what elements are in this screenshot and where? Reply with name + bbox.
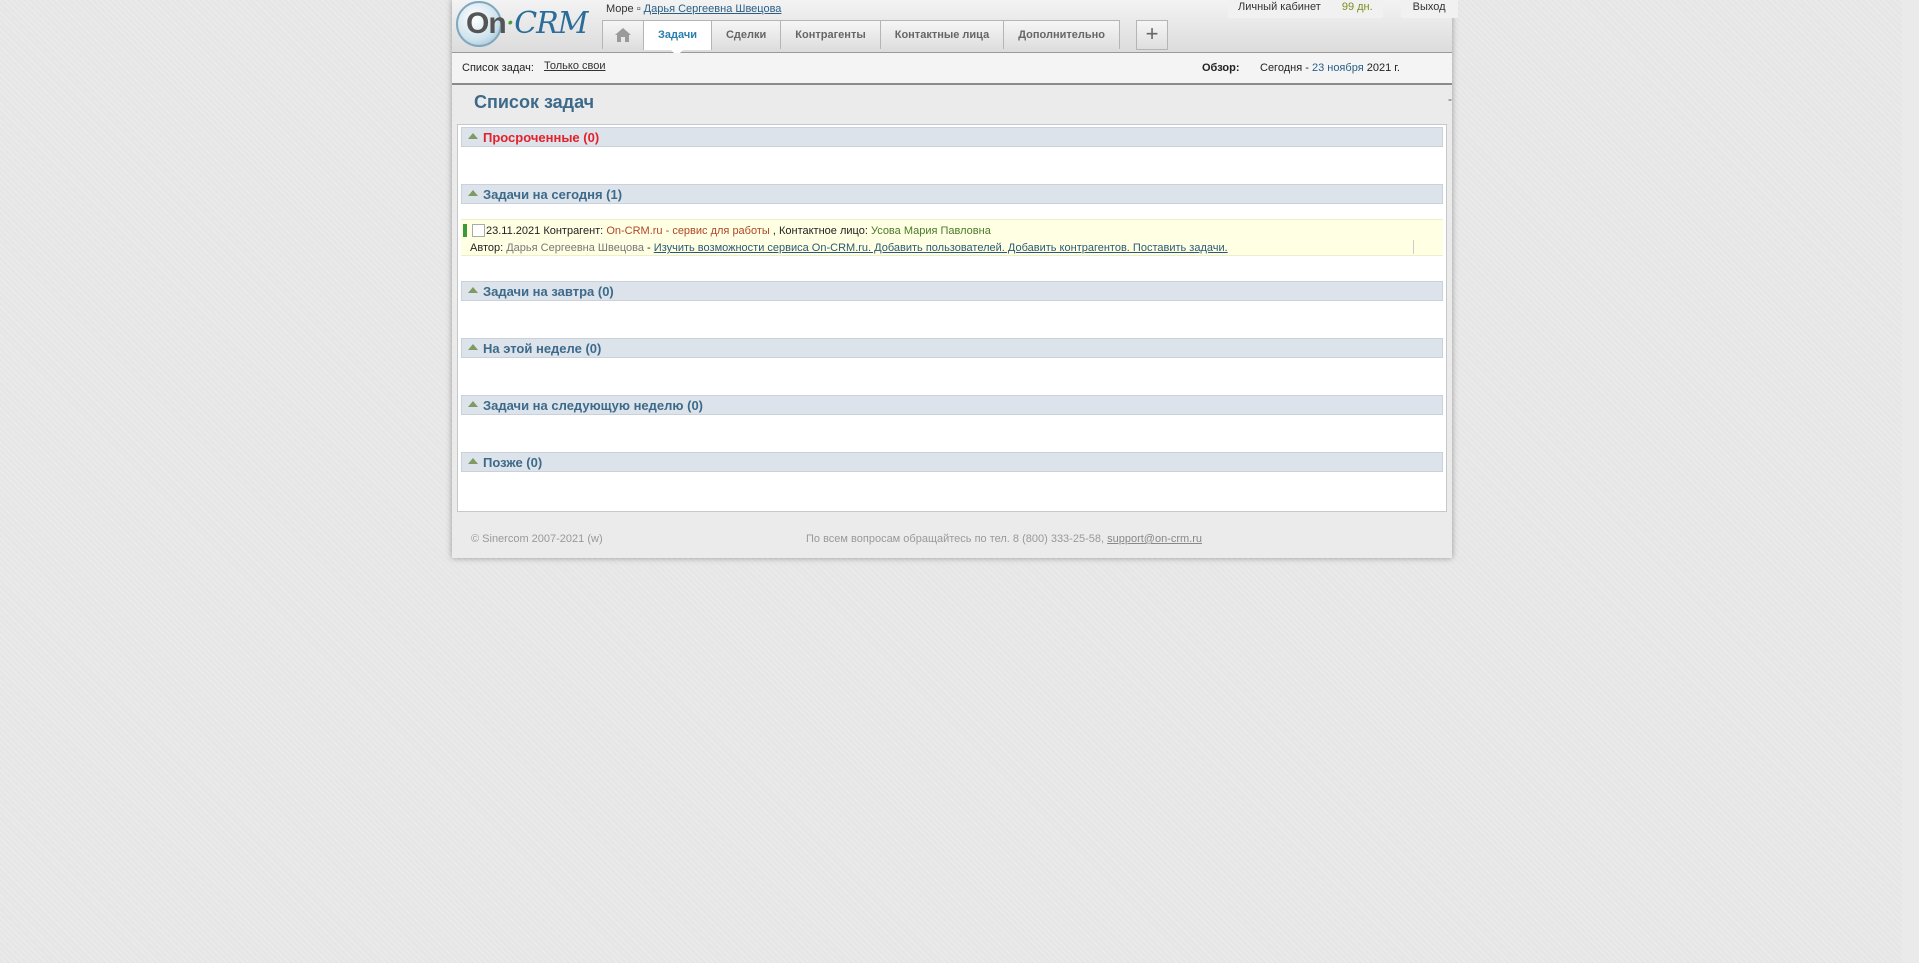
section-title: Задачи на следующую неделю (0) xyxy=(483,398,704,413)
page-container: On·CRM Море ▫ Дарья Сергеевна Швецова За… xyxy=(452,0,1458,558)
section-overdue[interactable]: Просроченные (0) xyxy=(461,127,1443,147)
tab-tasks[interactable]: Задачи xyxy=(643,20,712,56)
account-bar: Личный кабинет 99 дн. Выход xyxy=(1228,0,1458,18)
task-row: 23.11.2021 Контрагент: On-CRM.ru - серви… xyxy=(461,219,1443,256)
contact-link[interactable]: Усова Мария Павловна xyxy=(871,225,991,237)
collapse-arrow-icon xyxy=(468,287,478,293)
window-scrollbar[interactable] xyxy=(1902,0,1919,963)
collapse-arrow-icon xyxy=(468,401,478,407)
subbar: Список задач: Только свои Обзор: Сегодня… xyxy=(452,53,1452,85)
section-title: Позже (0) xyxy=(483,455,543,470)
page-title: Список задач xyxy=(474,92,595,112)
section-title: Задачи на завтра (0) xyxy=(483,284,614,299)
tab-contacts[interactable]: Контактные лица xyxy=(879,20,1005,49)
filter-own-link[interactable]: Только свои xyxy=(544,60,605,72)
collapse-arrow-icon xyxy=(468,458,478,464)
today-year: 2021 г. xyxy=(1366,62,1400,74)
tab-contractors[interactable]: Контрагенты xyxy=(780,20,881,49)
add-button[interactable]: + xyxy=(1136,20,1168,50)
section-later[interactable]: Позже (0) xyxy=(461,452,1443,472)
task-checkbox[interactable] xyxy=(472,224,485,237)
logo[interactable]: On·CRM xyxy=(456,0,588,50)
home-icon xyxy=(615,28,631,42)
logo-text: On·CRM xyxy=(466,6,588,41)
priority-indicator xyxy=(463,224,467,237)
breadcrumb-company: Море xyxy=(606,3,634,15)
main-nav: Задачи Сделки Контрагенты Контактные лиц… xyxy=(602,20,1120,56)
support-contact: По всем вопросам обращайтесь по тел. 8 (… xyxy=(806,533,1202,545)
section-title: Просроченные (0) xyxy=(483,130,600,145)
tab-deals[interactable]: Сделки xyxy=(710,20,782,49)
task-date: 23.11.2021 xyxy=(486,225,541,237)
title-dash: - xyxy=(1448,92,1452,106)
section-today[interactable]: Задачи на сегодня (1) xyxy=(461,184,1443,204)
tab-home[interactable] xyxy=(602,20,644,49)
section-title: На этой неделе (0) xyxy=(483,341,602,356)
today-prefix: Сегодня - xyxy=(1260,62,1309,74)
divider xyxy=(1413,240,1414,254)
task-line-main: 23.11.2021 Контрагент: On-CRM.ru - серви… xyxy=(486,225,991,237)
breadcrumb-user-link[interactable]: Дарья Сергеевна Швецова xyxy=(644,3,782,15)
section-next-week[interactable]: Задачи на следующую неделю (0) xyxy=(461,395,1443,415)
support-text: По всем вопросам обращайтесь по тел. 8 (… xyxy=(806,533,1105,545)
task-list-label: Список задач: xyxy=(462,62,534,74)
collapse-arrow-icon xyxy=(468,190,478,196)
breadcrumb: Море ▫ Дарья Сергеевна Швецова xyxy=(606,3,781,15)
logout-button[interactable]: Выход xyxy=(1400,0,1458,18)
section-this-week[interactable]: На этой неделе (0) xyxy=(461,338,1443,358)
today-date: Сегодня - 23 ноября 2021 г. xyxy=(1260,62,1400,74)
footer: © Sinercom 2007-2021 (w) По всем вопроса… xyxy=(452,522,1452,558)
collapse-arrow-icon xyxy=(468,133,478,139)
days-left: 99 дн. xyxy=(1341,1,1373,13)
section-tomorrow[interactable]: Задачи на завтра (0) xyxy=(461,281,1443,301)
contractor-link[interactable]: On-CRM.ru - сервис для работы xyxy=(606,225,770,237)
contact-label: , Контактное лицо: xyxy=(772,225,868,237)
today-day-month: 23 ноября xyxy=(1311,62,1364,74)
breadcrumb-separator: ▫ xyxy=(636,3,641,15)
tab-additional[interactable]: Дополнительно xyxy=(1003,20,1120,49)
cabinet-link[interactable]: Личный кабинет xyxy=(1238,1,1321,13)
author-label: Автор: xyxy=(470,242,504,254)
task-description-link[interactable]: Изучить возможности сервиса On-CRM.ru. Д… xyxy=(654,242,1228,254)
header: On·CRM Море ▫ Дарья Сергеевна Швецова За… xyxy=(452,0,1458,56)
overview-label: Обзор: xyxy=(1202,62,1240,74)
author-name: Дарья Сергеевна Швецова xyxy=(506,242,644,254)
task-list-panel: Просроченные (0) Задачи на сегодня (1) 2… xyxy=(457,124,1447,512)
cabinet-box: Личный кабинет 99 дн. xyxy=(1228,0,1383,18)
section-title: Задачи на сегодня (1) xyxy=(483,187,623,202)
contractor-label: Контрагент: xyxy=(543,225,604,237)
task-line-detail: Автор: Дарья Сергеевна Швецова - Изучить… xyxy=(470,242,1228,254)
author-dash: - xyxy=(647,242,651,254)
support-email-link[interactable]: support@on-crm.ru xyxy=(1107,533,1202,545)
copyright: © Sinercom 2007-2021 (w) xyxy=(471,533,603,545)
collapse-arrow-icon xyxy=(468,344,478,350)
